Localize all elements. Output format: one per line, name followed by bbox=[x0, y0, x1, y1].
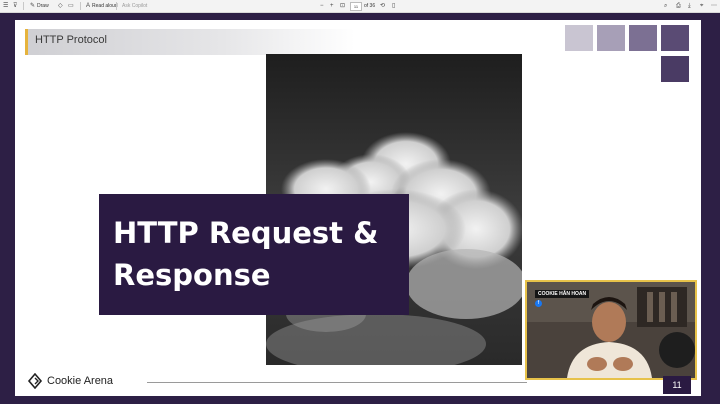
brand: Cookie Arena bbox=[27, 373, 113, 389]
rotate-icon[interactable]: ⟲ bbox=[380, 0, 385, 12]
square-5 bbox=[661, 56, 689, 82]
print-icon[interactable]: ⎙ bbox=[676, 0, 681, 12]
square-4 bbox=[661, 25, 689, 51]
slide-page-number: 11 bbox=[663, 376, 691, 394]
read-aloud-button[interactable]: A Read aloud bbox=[86, 0, 118, 12]
draw-button[interactable]: ✎ Draw bbox=[30, 0, 49, 12]
slide-title-line-1: HTTP Request & bbox=[113, 216, 379, 250]
read-aloud-label: Read aloud bbox=[92, 3, 118, 9]
eraser-icon[interactable]: ◇ bbox=[58, 0, 63, 12]
highlight-icon[interactable]: ▭ bbox=[68, 0, 74, 12]
webcam-tag: COOKIE HÂN HOAN bbox=[535, 290, 590, 298]
fit-page-icon[interactable]: ⊡ bbox=[340, 0, 345, 12]
save-icon[interactable]: ⤓ bbox=[688, 0, 691, 12]
page-view-icon[interactable]: ▯ bbox=[392, 0, 395, 12]
toc-icon[interactable]: ☰ bbox=[3, 0, 8, 12]
filter-icon[interactable]: ⊽ bbox=[13, 0, 17, 12]
slide-header-title: HTTP Protocol bbox=[35, 34, 107, 46]
page-total: of 36 bbox=[364, 3, 376, 9]
pdf-toolbar: ☰ ⊽ ✎ Draw ◇ ▭ A Read aloud Ask Copilot … bbox=[0, 0, 720, 13]
footer-divider bbox=[147, 382, 527, 383]
search-icon[interactable]: ⌕ bbox=[664, 0, 667, 12]
read-aloud-icon: A bbox=[86, 3, 91, 9]
pin-icon[interactable]: ⌖ bbox=[700, 0, 703, 12]
title-box: HTTP Request & Response bbox=[99, 194, 409, 315]
pen-icon: ✎ bbox=[30, 3, 36, 9]
more-icon[interactable]: ⋯ bbox=[711, 0, 717, 12]
page-input[interactable]: 11 bbox=[350, 2, 362, 11]
slide-title-line-2: Response bbox=[113, 258, 271, 292]
slide: HTTP Protocol HTTP Request & Response Co… bbox=[15, 20, 701, 396]
ask-copilot-label: Ask Copilot bbox=[122, 3, 148, 9]
draw-label: Draw bbox=[37, 3, 49, 9]
cookie-arena-logo-icon bbox=[27, 373, 43, 389]
square-2 bbox=[597, 25, 625, 51]
zoom-in-icon[interactable]: + bbox=[330, 0, 334, 12]
ask-copilot-button[interactable]: Ask Copilot bbox=[122, 0, 147, 12]
square-1 bbox=[565, 25, 593, 51]
header-accent bbox=[25, 29, 28, 55]
brand-name: Cookie Arena bbox=[47, 375, 114, 387]
facebook-icon: f bbox=[535, 300, 542, 307]
webcam-overlay: COOKIE HÂN HOAN f bbox=[525, 280, 697, 380]
square-3 bbox=[629, 25, 657, 51]
zoom-out-icon[interactable]: − bbox=[320, 0, 324, 12]
